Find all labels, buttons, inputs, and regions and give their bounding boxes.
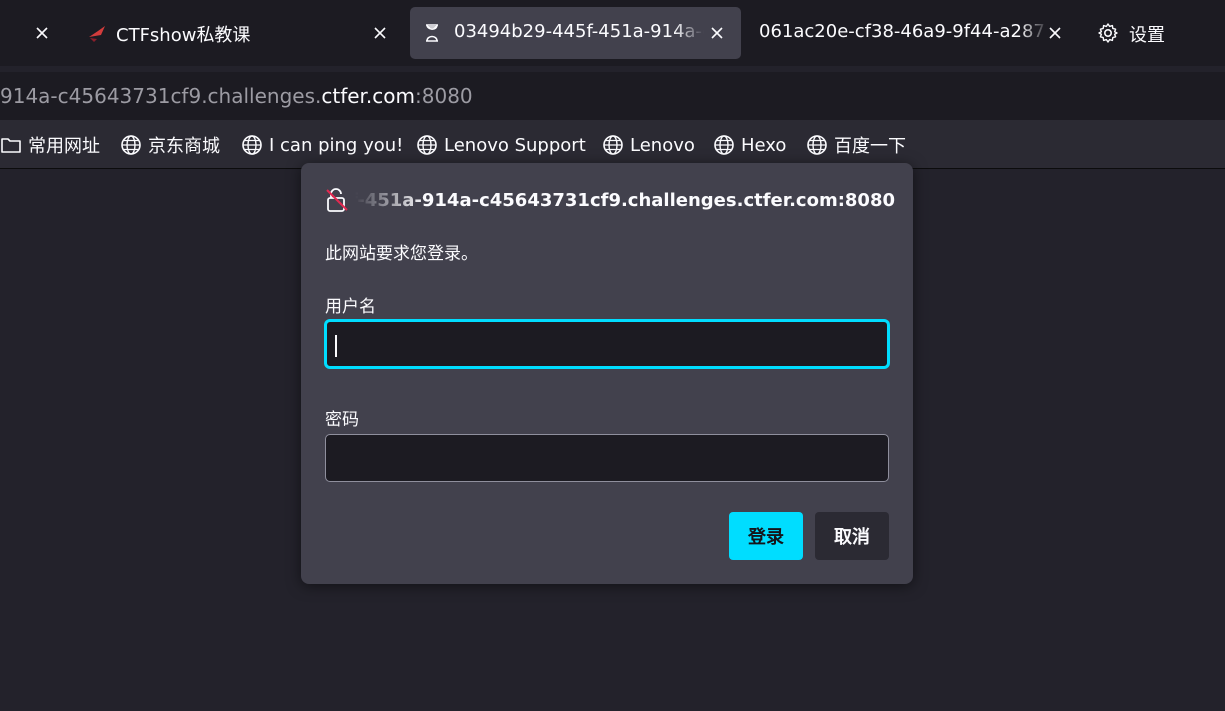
bookmark-lenovo-support[interactable]: Lenovo Support: [416, 132, 586, 158]
gear-icon: [1097, 22, 1119, 44]
bookmark-label: I can ping you!: [269, 134, 404, 156]
cancel-button[interactable]: 取消: [815, 512, 889, 560]
globe-icon: [121, 135, 141, 155]
globe-icon: [714, 135, 734, 155]
password-field[interactable]: [325, 434, 889, 482]
globe-icon: [417, 135, 437, 155]
tab-ctfshow[interactable]: CTFshow私教课: [78, 7, 400, 59]
password-label: 密码: [325, 410, 359, 430]
tab-label: 061ac20e-cf38-46a9-9f44-a287fe: [759, 21, 1044, 42]
folder-icon: [1, 138, 21, 153]
globe-icon: [242, 135, 262, 155]
login-button[interactable]: 登录: [729, 512, 803, 560]
bookmark-label: 京东商城: [148, 136, 220, 157]
globe-icon: [807, 135, 827, 155]
globe-icon: [603, 135, 623, 155]
dialog-message: 此网站要求您登录。: [325, 244, 478, 264]
tab-label: 03494b29-445f-451a-914a-c45643731cf9: [454, 21, 704, 42]
url-suffix: :8080: [415, 84, 473, 108]
address-bar[interactable]: 914a-c45643731cf9.challenges.ctfer.com:8…: [0, 72, 1225, 120]
bookmark-label: Hexo: [741, 134, 787, 156]
tab-label: CTFshow私教课: [116, 25, 251, 46]
bookmark-label: Lenovo Support: [444, 134, 586, 156]
bookmark-label: 百度一下: [834, 136, 906, 157]
bookmark-baidu[interactable]: 百度一下: [806, 132, 906, 158]
tab-settings[interactable]: 设置: [1085, 7, 1215, 59]
auth-dialog: 03494b29-445f-451a-914a-c45643731cf9.cha…: [301, 163, 913, 584]
url-prefix: 914a-c45643731cf9.challenges.: [0, 84, 322, 108]
tab-0[interactable]: [0, 7, 62, 59]
hourglass-icon: [422, 23, 442, 43]
close-tab-icon[interactable]: [370, 23, 390, 43]
tab-challenge-2[interactable]: 061ac20e-cf38-46a9-9f44-a287fe: [748, 7, 1070, 59]
bookmark-hexo[interactable]: Hexo: [713, 132, 786, 158]
close-tab-icon[interactable]: [1045, 23, 1065, 43]
text-caret: [335, 335, 337, 357]
username-label: 用户名: [325, 297, 376, 317]
url-host: ctfer.com: [321, 84, 416, 108]
ctfshow-logo-icon: [86, 22, 108, 44]
close-tab-icon[interactable]: [32, 23, 52, 43]
tab-challenge-active[interactable]: 03494b29-445f-451a-914a-c45643731cf9: [410, 7, 741, 59]
close-tab-icon[interactable]: [707, 23, 727, 43]
bookmark-folder[interactable]: 常用网址: [0, 132, 100, 158]
bookmark-lenovo[interactable]: Lenovo: [602, 132, 695, 158]
tab-bar: CTFshow私教课 03494b29-445f-451a-914a-c4564…: [0, 0, 1225, 66]
tab-label: 设置: [1129, 25, 1165, 46]
dialog-origin: 03494b29-445f-451a-914a-c45643731cf9.cha…: [355, 189, 895, 211]
bookmark-ping[interactable]: I can ping you!: [241, 132, 403, 158]
insecure-lock-icon: [326, 188, 348, 212]
username-field[interactable]: [325, 320, 889, 368]
dialog-header: 03494b29-445f-451a-914a-c45643731cf9.cha…: [325, 185, 895, 215]
bookmark-label: 常用网址: [28, 136, 100, 157]
bookmarks-toolbar: 常用网址 京东商城 I can ping you! Lenovo Support…: [0, 120, 1225, 169]
bookmark-jd[interactable]: 京东商城: [120, 132, 220, 158]
bookmark-label: Lenovo: [630, 134, 695, 156]
